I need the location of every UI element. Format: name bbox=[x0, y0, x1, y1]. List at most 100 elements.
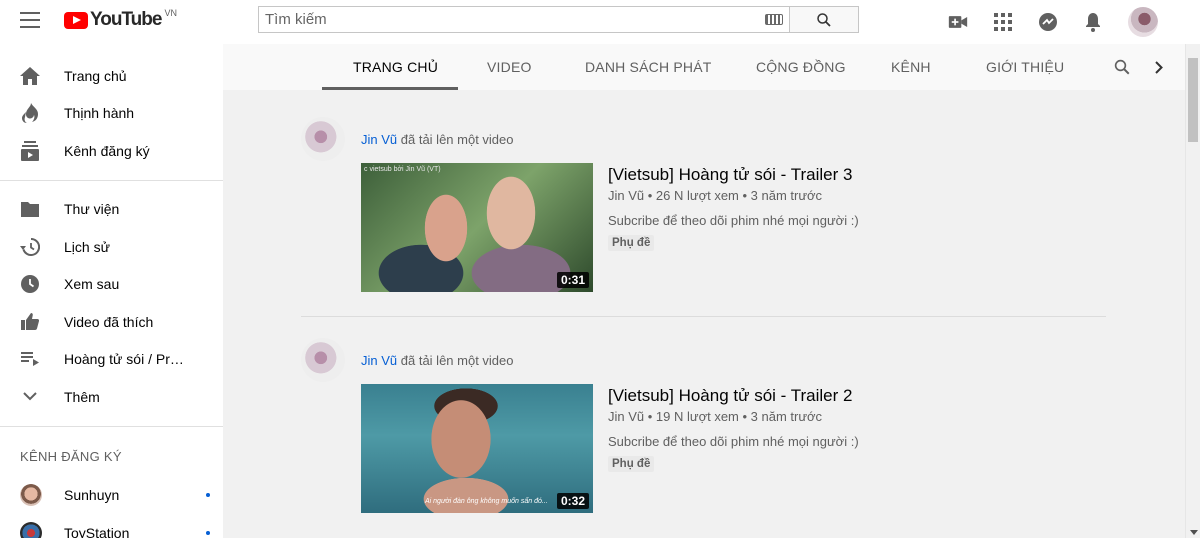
sidebar-item-label: Thư viện bbox=[64, 201, 120, 218]
scrollbar-thumb[interactable] bbox=[1188, 58, 1198, 142]
video-info: [Vietsub] Hoàng tử sói - Trailer 2 Jin V… bbox=[608, 384, 859, 513]
post-activity-line: Jin Vũ đã tải lên một video bbox=[361, 132, 514, 147]
scroll-down-arrow-icon[interactable] bbox=[1190, 530, 1198, 535]
home-icon bbox=[20, 66, 40, 86]
channel-avatar bbox=[20, 521, 42, 538]
tab-home[interactable]: TRANG CHỦ bbox=[353, 44, 438, 90]
subtitles-badge: Phụ đề bbox=[608, 456, 655, 472]
video-metadata: Jin Vũ • 26 N lượt xem • 3 năm trước bbox=[608, 188, 823, 203]
feed-post: Jin Vũ đã tải lên một video c vietsub bở… bbox=[301, 117, 1106, 292]
subscriptions-icon bbox=[20, 140, 40, 161]
video-thumbnail[interactable]: Ai người đàn ông không muốn sẩn đó... 0:… bbox=[361, 384, 593, 513]
hamburger-menu-icon[interactable] bbox=[20, 12, 40, 28]
sidebar-item-playlist[interactable]: Hoàng tử sói / Pri... bbox=[0, 341, 223, 379]
page-scrollbar[interactable] bbox=[1185, 44, 1200, 538]
video-info: [Vietsub] Hoàng tử sói - Trailer 3 Jin V… bbox=[608, 163, 859, 292]
library-icon bbox=[20, 199, 40, 219]
messages-icon[interactable] bbox=[1038, 12, 1058, 32]
new-content-dot bbox=[206, 530, 210, 535]
feed-post: Jin Vũ đã tải lên một video Ai người đàn… bbox=[301, 338, 1106, 513]
sidebar-item-show-more[interactable]: Thêm bbox=[0, 378, 223, 416]
header-actions bbox=[948, 7, 1158, 37]
subscription-item[interactable]: ToyStation bbox=[0, 514, 223, 538]
masthead: YouTube VN bbox=[0, 0, 1200, 44]
logo-country-code: VN bbox=[164, 8, 177, 18]
channel-name-link[interactable]: Jin Vũ bbox=[361, 132, 397, 147]
activity-text: đã tải lên một video bbox=[400, 352, 514, 368]
tab-community[interactable]: CỘNG ĐỒNG bbox=[756, 44, 846, 90]
channel-search-icon[interactable] bbox=[1113, 58, 1131, 81]
search-box bbox=[258, 6, 789, 33]
video-thumbnail[interactable]: c vietsub bởi Jin Vũ (VT) 0:31 bbox=[361, 163, 593, 292]
tab-about[interactable]: GIỚI THIỆU bbox=[986, 44, 1064, 90]
subscription-channel-name: ToyStation bbox=[64, 524, 130, 538]
sidebar-item-label: Thịnh hành bbox=[64, 105, 135, 122]
keyboard-icon[interactable] bbox=[765, 14, 783, 25]
history-icon bbox=[20, 237, 40, 257]
video-duration: 0:32 bbox=[556, 493, 589, 509]
video-item: Ai người đàn ông không muốn sẩn đó... 0:… bbox=[361, 384, 1106, 513]
active-tab-indicator bbox=[322, 87, 458, 90]
sidebar-item-liked-videos[interactable]: Video đã thích bbox=[0, 303, 223, 341]
sidebar-item-trending[interactable]: Thịnh hành bbox=[0, 95, 223, 133]
notifications-bell-icon[interactable] bbox=[1083, 12, 1103, 32]
sidebar-item-label: Lịch sử bbox=[64, 238, 110, 255]
sidebar-item-label: Thêm bbox=[64, 388, 100, 405]
sidebar-divider bbox=[0, 425, 223, 427]
subscription-channel-name: Sunhuyn bbox=[64, 487, 120, 504]
sidebar-item-watch-later[interactable]: Xem sau bbox=[0, 266, 223, 304]
video-metadata: Jin Vũ • 19 N lượt xem • 3 năm trước bbox=[608, 409, 823, 424]
video-item: c vietsub bởi Jin Vũ (VT) 0:31 [Vietsub]… bbox=[361, 163, 1106, 292]
subscription-item[interactable]: Sunhuyn bbox=[0, 477, 223, 515]
channel-tabs: TRANG CHỦ VIDEO DANH SÁCH PHÁT CỘNG ĐỒNG… bbox=[223, 44, 1185, 90]
thumbnail-watermark: c vietsub bởi Jin Vũ (VT) bbox=[364, 166, 441, 173]
logo-text: YouTube bbox=[90, 9, 162, 30]
post-header: Jin Vũ đã tải lên một video bbox=[301, 117, 1106, 161]
sidebar-item-label: Xem sau bbox=[64, 276, 120, 293]
sidebar-item-label: Trang chủ bbox=[64, 67, 127, 84]
account-avatar[interactable] bbox=[1128, 7, 1158, 37]
sidebar-divider bbox=[0, 179, 223, 181]
channel-avatar[interactable] bbox=[301, 117, 345, 161]
video-duration: 0:31 bbox=[556, 272, 589, 288]
video-description: Subcribe để theo dõi phim nhé mọi người … bbox=[608, 213, 859, 228]
subtitles-badge: Phụ đề bbox=[608, 235, 655, 251]
channel-avatar bbox=[20, 484, 42, 507]
post-activity-line: Jin Vũ đã tải lên một video bbox=[361, 353, 514, 368]
sidebar-item-subscriptions[interactable]: Kênh đăng ký bbox=[0, 132, 223, 170]
sidebar: Trang chủ Thịnh hành Kênh đăng ký Thư vi… bbox=[0, 44, 223, 538]
sidebar-item-library[interactable]: Thư viện bbox=[0, 191, 223, 229]
search-icon bbox=[817, 12, 831, 27]
trending-icon bbox=[20, 103, 40, 124]
tab-channels[interactable]: KÊNH bbox=[891, 44, 931, 90]
video-description: Subcribe để theo dõi phim nhé mọi người … bbox=[608, 434, 859, 449]
tab-videos[interactable]: VIDEO bbox=[487, 44, 532, 90]
chevron-down-icon bbox=[20, 387, 40, 407]
search-button[interactable] bbox=[789, 6, 859, 33]
sidebar-item-label: Kênh đăng ký bbox=[64, 142, 150, 159]
search-input[interactable] bbox=[265, 11, 765, 28]
activity-text: đã tải lên một video bbox=[400, 131, 514, 147]
youtube-logo[interactable]: YouTube VN bbox=[64, 8, 177, 31]
video-title[interactable]: [Vietsub] Hoàng tử sói - Trailer 3 bbox=[608, 165, 859, 185]
feed-divider bbox=[301, 316, 1106, 317]
apps-grid-icon[interactable] bbox=[993, 12, 1013, 32]
video-title[interactable]: [Vietsub] Hoàng tử sói - Trailer 2 bbox=[608, 386, 859, 406]
create-video-icon[interactable] bbox=[948, 12, 968, 32]
search-bar bbox=[258, 6, 859, 33]
watch-later-icon bbox=[20, 274, 40, 294]
chevron-right-icon[interactable] bbox=[1155, 61, 1163, 79]
playlist-icon bbox=[20, 349, 40, 369]
thumbnail-subtitle: Ai người đàn ông không muốn sẩn đó... bbox=[425, 498, 548, 505]
post-header: Jin Vũ đã tải lên một video bbox=[301, 338, 1106, 382]
tab-playlists[interactable]: DANH SÁCH PHÁT bbox=[585, 44, 711, 90]
subscriptions-heading: KÊNH ĐĂNG KÝ bbox=[20, 449, 122, 464]
sidebar-item-home[interactable]: Trang chủ bbox=[0, 57, 223, 95]
new-content-dot bbox=[206, 493, 210, 498]
channel-avatar[interactable] bbox=[301, 338, 345, 382]
channel-name-link[interactable]: Jin Vũ bbox=[361, 353, 397, 368]
youtube-play-icon bbox=[64, 11, 88, 29]
like-icon bbox=[20, 312, 40, 332]
sidebar-item-label: Video đã thích bbox=[64, 313, 154, 330]
sidebar-item-history[interactable]: Lịch sử bbox=[0, 228, 223, 266]
